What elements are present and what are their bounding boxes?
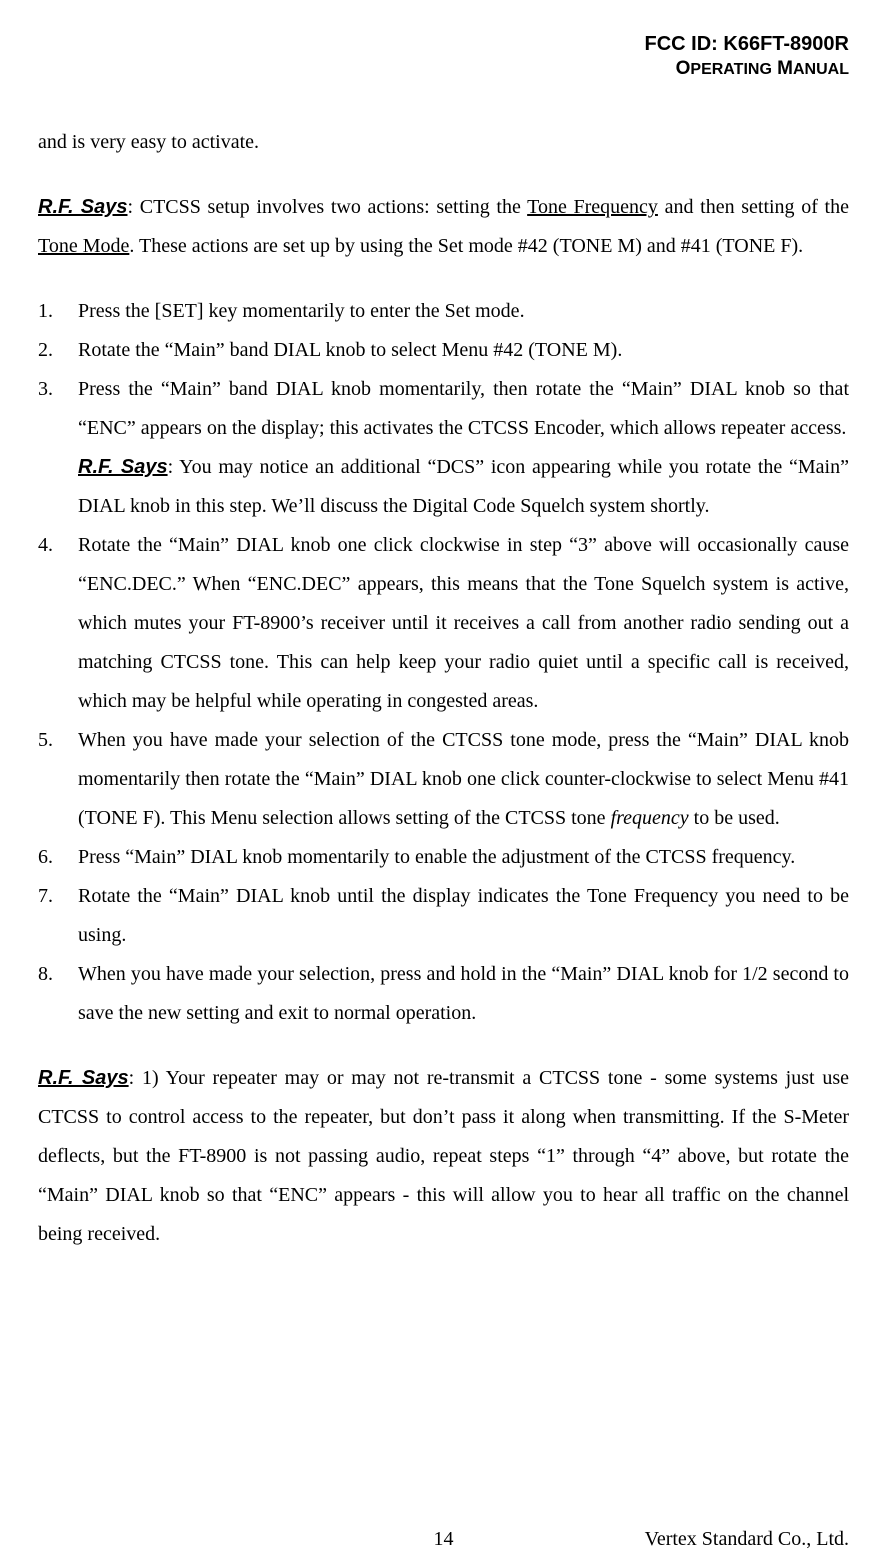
step-body: Rotate the “Main” DIAL knob until the di… (78, 877, 849, 955)
step-body: When you have made your selection, press… (78, 955, 849, 1033)
fcc-id: FCC ID: K66FT-8900R (38, 32, 849, 57)
list-item: 3. Press the “Main” band DIAL knob momen… (38, 370, 849, 526)
operating-manual: OPERATING MANUAL (38, 57, 849, 81)
step-number: 4. (38, 526, 78, 565)
step-number: 1. (38, 292, 78, 331)
steps-list: 1. Press the [SET] key momentarily to en… (38, 292, 849, 1033)
step-number: 6. (38, 838, 78, 877)
list-item: 2. Rotate the “Main” band DIAL knob to s… (38, 331, 849, 370)
step-number: 8. (38, 955, 78, 994)
step-number: 7. (38, 877, 78, 916)
list-item: 4. Rotate the “Main” DIAL knob one click… (38, 526, 849, 721)
rf1-between: and then setting of the (658, 196, 849, 218)
rf-label-1: R.F. Says (38, 196, 128, 218)
step-number: 5. (38, 721, 78, 760)
op-anual: ANUAL (793, 61, 849, 78)
list-item: 8. When you have made your selection, pr… (38, 955, 849, 1033)
step-body: When you have made your selection of the… (78, 721, 849, 838)
company-name: Vertex Standard Co., Ltd. (645, 1520, 849, 1559)
step-body: Press “Main” DIAL knob momentarily to en… (78, 838, 849, 877)
step3-rf-says: R.F. Says: You may notice an additional … (78, 448, 849, 526)
rf1-before: : CTCSS setup involves two actions: sett… (128, 196, 528, 218)
tone-mode-underline: Tone Mode (38, 235, 129, 257)
list-item: 1. Press the [SET] key momentarily to en… (38, 292, 849, 331)
rf-says-2: R.F. Says: 1) Your repeater may or may n… (38, 1059, 849, 1254)
step5-frequency-em: frequency (611, 807, 689, 829)
rf1-after: . These actions are set up by using the … (129, 235, 803, 257)
step3-main: Press the “Main” band DIAL knob momentar… (78, 378, 849, 439)
list-item: 5. When you have made your selection of … (38, 721, 849, 838)
step-number: 3. (38, 370, 78, 409)
op-m: M (772, 58, 793, 79)
list-item: 7. Rotate the “Main” DIAL knob until the… (38, 877, 849, 955)
op-perating: PERATING (690, 61, 771, 78)
step-body: Press the [SET] key momentarily to enter… (78, 292, 849, 331)
step-body: Rotate the “Main” DIAL knob one click cl… (78, 526, 849, 721)
step-number: 2. (38, 331, 78, 370)
op-o: O (676, 58, 691, 79)
step-body: Press the “Main” band DIAL knob momentar… (78, 370, 849, 526)
list-item: 6. Press “Main” DIAL knob momentarily to… (38, 838, 849, 877)
rf-label-2: R.F. Says (38, 1067, 129, 1089)
tone-frequency-underline: Tone Frequency (527, 196, 658, 218)
rf-says-1: R.F. Says: CTCSS setup involves two acti… (38, 188, 849, 266)
rf2-text: : 1) Your repeater may or may not re-tra… (38, 1067, 849, 1245)
rf-label-inline: R.F. Says (78, 456, 168, 478)
step3-rf-text: : You may notice an additional “DCS” ico… (78, 456, 849, 517)
step5-t2: to be used. (689, 807, 780, 829)
intro-continuation: and is very easy to activate. (38, 123, 849, 162)
page-header: FCC ID: K66FT-8900R OPERATING MANUAL (38, 32, 849, 81)
step-body: Rotate the “Main” band DIAL knob to sele… (78, 331, 849, 370)
